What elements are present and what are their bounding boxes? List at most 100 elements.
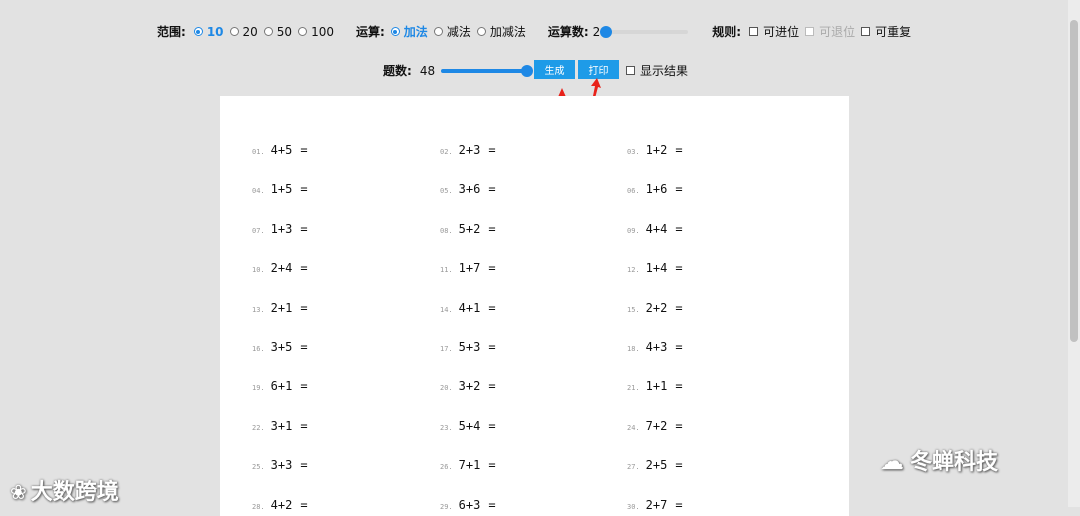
problem-expression: 7+1 <box>458 458 481 473</box>
print-button[interactable]: 打印 <box>578 60 619 79</box>
range-label: 范围: <box>157 25 186 39</box>
problem-equals: = <box>675 458 683 473</box>
generate-button[interactable]: 生成 <box>534 60 575 79</box>
problem-expression: 2+1 <box>270 300 293 315</box>
operand-count-slider-handle[interactable] <box>600 25 613 38</box>
problem-equals: = <box>488 261 496 276</box>
watermark-right-text: 冬蝉科技 <box>910 450 999 475</box>
problem-expression: 6+3 <box>458 497 481 512</box>
range-radio-100[interactable] <box>298 27 308 36</box>
problem-number: 07. <box>252 226 265 235</box>
problem-number: 08. <box>440 226 453 235</box>
quantity-label: 题数: <box>383 64 412 78</box>
problem-equals: = <box>300 261 308 276</box>
problem-number: 22. <box>252 423 265 432</box>
problem-number: 25. <box>252 463 265 472</box>
problem-expression: 2+5 <box>645 458 668 473</box>
range-radio-50[interactable] <box>263 27 273 36</box>
problem-number: 05. <box>440 187 453 196</box>
range-option-100[interactable]: 100 <box>311 25 334 39</box>
op-option-sub[interactable]: 减法 <box>447 23 471 40</box>
problem-number: 06. <box>627 187 640 196</box>
problem-expression: 5+2 <box>458 221 481 236</box>
show-result-control[interactable]: 显示结果 <box>620 62 688 79</box>
problem-item: 19. 6+1 = <box>252 379 308 393</box>
problem-item: 30. 2+7 = <box>627 498 683 512</box>
problem-item: 28. 4+2 = <box>252 498 308 512</box>
page-scrollbar[interactable] <box>1068 0 1080 507</box>
problem-expression: 4+4 <box>645 221 668 236</box>
quantity-slider[interactable] <box>441 64 534 77</box>
problem-number: 18. <box>627 345 640 353</box>
rule-carry-label[interactable]: 可进位 <box>763 23 799 40</box>
range-option-10[interactable]: 10 <box>207 25 224 39</box>
problem-expression: 3+2 <box>458 379 481 394</box>
problem-item: 26. 7+1 = <box>440 458 496 472</box>
problem-expression: 1+3 <box>270 221 293 236</box>
problem-number: 19. <box>252 384 265 393</box>
problem-expression: 3+6 <box>458 182 481 197</box>
problem-number: 02. <box>440 148 453 156</box>
operand-count-slider[interactable] <box>600 25 689 38</box>
quantity-value: 48 <box>419 63 436 78</box>
range-radio-20[interactable] <box>229 27 239 36</box>
problem-expression: 1+2 <box>645 143 668 157</box>
quantity-slider-handle[interactable] <box>521 64 534 77</box>
problem-equals: = <box>300 182 308 197</box>
show-result-label[interactable]: 显示结果 <box>640 62 688 79</box>
op-option-add[interactable]: 加法 <box>404 23 428 40</box>
problem-item: 23. 5+4 = <box>440 419 496 433</box>
problem-equals: = <box>488 458 496 473</box>
rule-carry-checkbox[interactable] <box>749 27 759 36</box>
problem-number: 16. <box>252 345 265 353</box>
show-result-checkbox[interactable] <box>626 66 635 75</box>
operand-count-value: 2 <box>592 24 601 39</box>
problem-equals: = <box>488 182 496 197</box>
problem-number: 10. <box>252 266 265 275</box>
problem-expression: 7+2 <box>645 418 668 433</box>
problem-number: 20. <box>440 384 453 393</box>
problem-number: 14. <box>440 305 453 314</box>
op-radio-sub[interactable] <box>433 27 443 36</box>
problem-item: 04. 1+5 = <box>252 182 308 196</box>
rule-repeat-label[interactable]: 可重复 <box>875 23 911 40</box>
problem-expression: 5+3 <box>458 340 481 354</box>
problem-item: 27. 2+5 = <box>627 458 683 472</box>
op-option-mixed[interactable]: 加减法 <box>490 23 526 40</box>
problem-item: 18. 4+3 = <box>627 340 683 354</box>
problem-expression: 4+5 <box>270 143 293 157</box>
watermark-left-logo-icon: ❀ <box>10 480 27 504</box>
problem-item: 01. 4+5 = <box>252 143 308 157</box>
range-option-20[interactable]: 20 <box>243 25 258 39</box>
problem-equals: = <box>300 221 308 236</box>
problem-item: 25. 3+3 = <box>252 458 308 472</box>
problem-number: 12. <box>627 266 640 275</box>
range-radio-10[interactable] <box>193 27 203 36</box>
problem-equals: = <box>675 143 683 157</box>
problem-equals: = <box>300 458 308 473</box>
problem-item: 06. 1+6 = <box>627 182 683 196</box>
problem-item: 14. 4+1 = <box>440 301 496 315</box>
page-scrollbar-thumb[interactable] <box>1070 20 1078 342</box>
problem-item: 20. 3+2 = <box>440 379 496 393</box>
op-radio-mixed[interactable] <box>476 27 486 36</box>
problem-expression: 4+2 <box>270 497 293 512</box>
problem-number: 27. <box>627 463 640 472</box>
op-radio-add[interactable] <box>390 27 400 36</box>
problem-equals: = <box>300 143 308 157</box>
problem-item: 09. 4+4 = <box>627 222 683 236</box>
problem-item: 13. 2+1 = <box>252 301 308 315</box>
problem-expression: 1+7 <box>458 261 481 276</box>
range-option-50[interactable]: 50 <box>277 25 292 39</box>
problem-item: 17. 5+3 = <box>440 340 496 354</box>
problem-equals: = <box>675 261 683 276</box>
rule-repeat-checkbox[interactable] <box>861 27 871 36</box>
problem-equals: = <box>300 340 308 354</box>
wechat-icon: ☁ <box>880 447 904 475</box>
problem-number: 13. <box>252 305 265 314</box>
problem-equals: = <box>675 379 683 394</box>
problem-equals: = <box>488 300 496 315</box>
problem-item: 24. 7+2 = <box>627 419 683 433</box>
problem-item: 03. 1+2 = <box>627 143 683 157</box>
rule-borrow-checkbox <box>805 27 815 36</box>
